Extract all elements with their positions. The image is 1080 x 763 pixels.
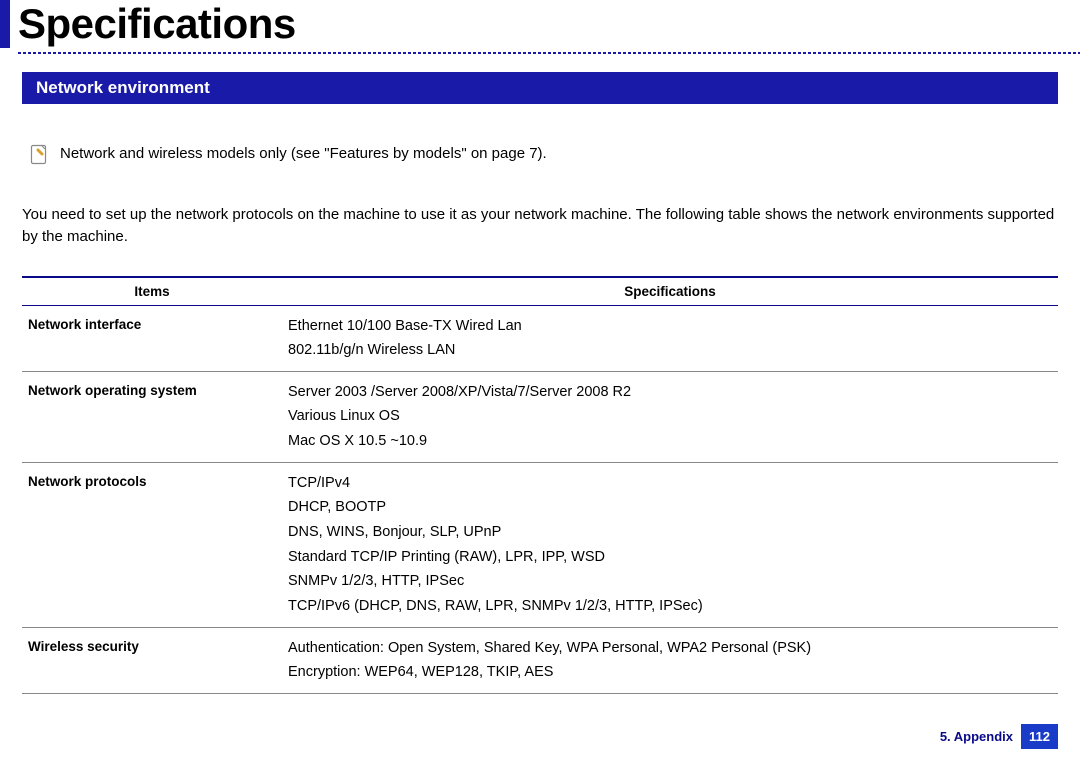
spec-line: SNMPv 1/2/3, HTTP, IPSec	[288, 573, 464, 589]
spec-line: DNS, WINS, Bonjour, SLP, UPnP	[288, 524, 501, 540]
row-item: Network interface	[22, 305, 282, 371]
spec-line: DHCP, BOOTP	[288, 499, 386, 515]
table-row: Network interface Ethernet 10/100 Base-T…	[22, 305, 1058, 371]
spec-line: TCP/IPv6 (DHCP, DNS, RAW, LPR, SNMPv 1/2…	[288, 598, 703, 614]
footer: 5. Appendix 112	[940, 724, 1058, 749]
spec-line: Authentication: Open System, Shared Key,…	[288, 640, 811, 656]
footer-chapter: 5. Appendix	[940, 729, 1013, 744]
spec-line: Various Linux OS	[288, 408, 400, 424]
title-underline	[18, 52, 1080, 54]
page-title: Specifications	[18, 0, 1080, 48]
spec-line: TCP/IPv4	[288, 475, 350, 491]
spec-line: Encryption: WEP64, WEP128, TKIP, AES	[288, 664, 553, 680]
footer-page-number: 112	[1021, 724, 1058, 749]
table-row: Network operating system Server 2003 /Se…	[22, 371, 1058, 462]
row-spec: Server 2003 /Server 2008/XP/Vista/7/Serv…	[282, 371, 1058, 462]
spec-table-body: Network interface Ethernet 10/100 Base-T…	[22, 305, 1058, 693]
page-title-wrap: Specifications	[0, 0, 1080, 48]
spec-line: 802.11b/g/n Wireless LAN	[288, 342, 455, 358]
row-spec: Ethernet 10/100 Base-TX Wired Lan 802.11…	[282, 305, 1058, 371]
table-header-spec: Specifications	[282, 277, 1058, 306]
row-spec: Authentication: Open System, Shared Key,…	[282, 627, 1058, 693]
content-area: Network environment Network and wireless…	[0, 72, 1080, 694]
note-row: Network and wireless models only (see "F…	[22, 144, 1058, 166]
spec-table: Items Specifications Network interface E…	[22, 276, 1058, 694]
row-item: Network operating system	[22, 371, 282, 462]
spec-line: Server 2003 /Server 2008/XP/Vista/7/Serv…	[288, 384, 631, 400]
note-text: Network and wireless models only (see "F…	[60, 144, 547, 164]
table-row: Network protocols TCP/IPv4 DHCP, BOOTP D…	[22, 462, 1058, 627]
section-heading: Network environment	[22, 72, 1058, 104]
table-header-items: Items	[22, 277, 282, 306]
note-icon	[30, 144, 48, 166]
intro-paragraph: You need to set up the network protocols…	[22, 204, 1058, 248]
spec-line: Ethernet 10/100 Base-TX Wired Lan	[288, 318, 522, 334]
spec-line: Standard TCP/IP Printing (RAW), LPR, IPP…	[288, 549, 605, 565]
row-spec: TCP/IPv4 DHCP, BOOTP DNS, WINS, Bonjour,…	[282, 462, 1058, 627]
row-item: Wireless security	[22, 627, 282, 693]
row-item: Network protocols	[22, 462, 282, 627]
table-row: Wireless security Authentication: Open S…	[22, 627, 1058, 693]
spec-line: Mac OS X 10.5 ~10.9	[288, 433, 427, 449]
